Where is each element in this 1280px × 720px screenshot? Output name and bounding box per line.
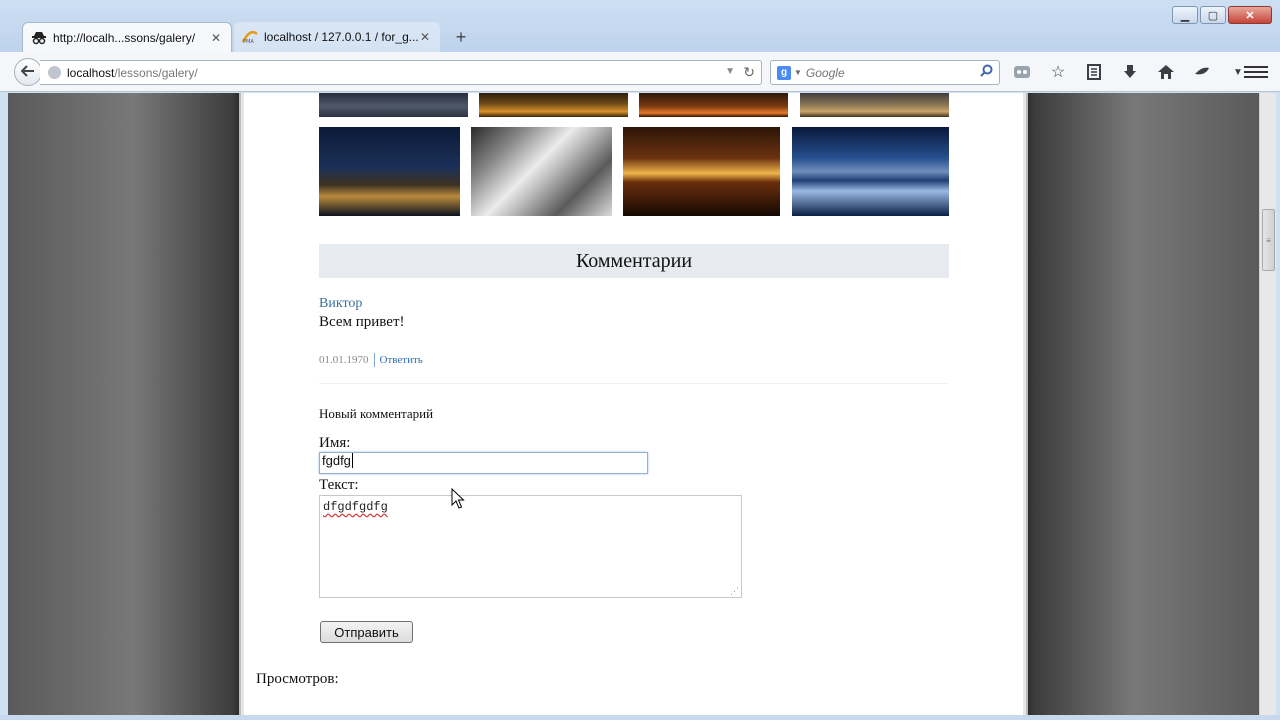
search-input[interactable] bbox=[805, 65, 976, 80]
close-tab-icon[interactable]: ✕ bbox=[209, 31, 223, 45]
submit-button[interactable]: Отправить bbox=[320, 621, 413, 643]
svg-text:PMA: PMA bbox=[243, 39, 254, 44]
gallery-row-partial bbox=[319, 93, 949, 117]
close-window-button[interactable]: ✕ bbox=[1228, 6, 1272, 24]
page-content: Комментарии Виктор Всем привет! 01.01.19… bbox=[244, 93, 1023, 715]
gallery-image[interactable] bbox=[800, 93, 949, 117]
gallery-image[interactable] bbox=[319, 93, 468, 117]
url-path: /lessons/galery/ bbox=[114, 65, 198, 80]
name-input[interactable]: fgdfg bbox=[319, 452, 648, 474]
scrollbar-thumb[interactable]: ≡ bbox=[1262, 209, 1275, 271]
toolbar-icons: ☆ ▼ bbox=[1010, 60, 1250, 84]
reply-link[interactable]: Ответить bbox=[380, 354, 423, 366]
comment-meta: 01.01.1970 Ответить bbox=[319, 353, 423, 367]
search-engine-dropdown-icon[interactable]: ▼ bbox=[794, 68, 802, 77]
gallery-image[interactable] bbox=[319, 127, 460, 216]
back-button[interactable] bbox=[14, 58, 42, 86]
url-host: localhost bbox=[67, 65, 115, 80]
addon-icon[interactable] bbox=[1010, 60, 1034, 84]
navigation-bar: localhost/lessons/galery/ ▼ ↻ g ▼ ☆ ▼ bbox=[0, 52, 1280, 92]
meta-separator bbox=[373, 353, 375, 367]
comment-author: Виктор bbox=[319, 296, 363, 311]
new-tab-button[interactable]: + bbox=[450, 26, 472, 48]
bookmark-star-icon[interactable]: ☆ bbox=[1046, 60, 1070, 84]
name-input-value: fgdfg bbox=[322, 453, 351, 468]
new-comment-title: Новый комментарий bbox=[319, 406, 434, 421]
phpmyadmin-icon: PMA bbox=[242, 29, 258, 45]
textarea-value: dfgdfgdfg bbox=[323, 500, 388, 514]
name-label: Имя: bbox=[319, 435, 351, 451]
address-bar[interactable]: localhost/lessons/galery/ ▼ ↻ bbox=[40, 60, 762, 85]
mouse-cursor-icon bbox=[451, 488, 465, 509]
gallery-image[interactable] bbox=[479, 93, 628, 117]
divider bbox=[319, 383, 949, 384]
text-label: Текст: bbox=[319, 477, 359, 493]
tab-label: http://localh...ssons/galery/ bbox=[53, 30, 196, 45]
gallery-image[interactable] bbox=[792, 127, 949, 216]
back-arrow-icon bbox=[20, 64, 35, 80]
maximize-button[interactable]: ▢ bbox=[1200, 6, 1226, 24]
window-controls: ▁ ▢ ✕ bbox=[1172, 6, 1272, 24]
tab-label: localhost / 127.0.0.1 / for_g... bbox=[264, 30, 418, 44]
comment-date: 01.01.1970 bbox=[319, 354, 369, 366]
comment-text: Всем привет! bbox=[319, 314, 405, 330]
gallery-image[interactable] bbox=[471, 127, 612, 216]
resize-grip-icon[interactable]: ⋰ bbox=[730, 586, 740, 596]
comment-textarea[interactable]: dfgdfgdfg bbox=[319, 495, 742, 598]
search-bar[interactable]: g ▼ bbox=[770, 60, 1000, 85]
incognito-icon bbox=[31, 30, 47, 46]
reload-icon[interactable]: ↻ bbox=[743, 64, 755, 81]
gallery-image[interactable] bbox=[639, 93, 788, 117]
tab-phpmyadmin[interactable]: PMA localhost / 127.0.0.1 / for_g... ✕ bbox=[234, 22, 440, 52]
views-label: Просмотров: bbox=[256, 671, 339, 687]
window-bottom-border bbox=[0, 715, 1280, 720]
page-viewport: Комментарии Виктор Всем привет! 01.01.19… bbox=[8, 93, 1259, 715]
extension-icon[interactable] bbox=[1190, 60, 1214, 84]
download-icon[interactable] bbox=[1118, 60, 1142, 84]
site-identity-icon[interactable] bbox=[48, 66, 61, 79]
minimize-button[interactable]: ▁ bbox=[1172, 6, 1198, 24]
window-titlebar: ▁ ▢ ✕ http://localh...ssons/galery/ ✕ PM… bbox=[0, 0, 1280, 56]
history-dropdown-icon[interactable]: ▼ bbox=[725, 66, 735, 77]
hamburger-menu-icon[interactable] bbox=[1244, 60, 1268, 84]
gallery-image[interactable] bbox=[623, 127, 780, 216]
tab-galery[interactable]: http://localh...ssons/galery/ ✕ bbox=[22, 22, 232, 52]
comments-heading: Комментарии bbox=[319, 244, 949, 278]
gallery-row bbox=[319, 127, 949, 216]
bookmarks-list-icon[interactable] bbox=[1082, 60, 1106, 84]
google-icon[interactable]: g bbox=[777, 65, 791, 80]
vertical-scrollbar[interactable]: ≡ bbox=[1259, 93, 1276, 715]
close-tab-icon[interactable]: ✕ bbox=[418, 30, 432, 44]
home-icon[interactable] bbox=[1154, 60, 1178, 84]
search-magnifier-icon[interactable] bbox=[980, 64, 993, 80]
